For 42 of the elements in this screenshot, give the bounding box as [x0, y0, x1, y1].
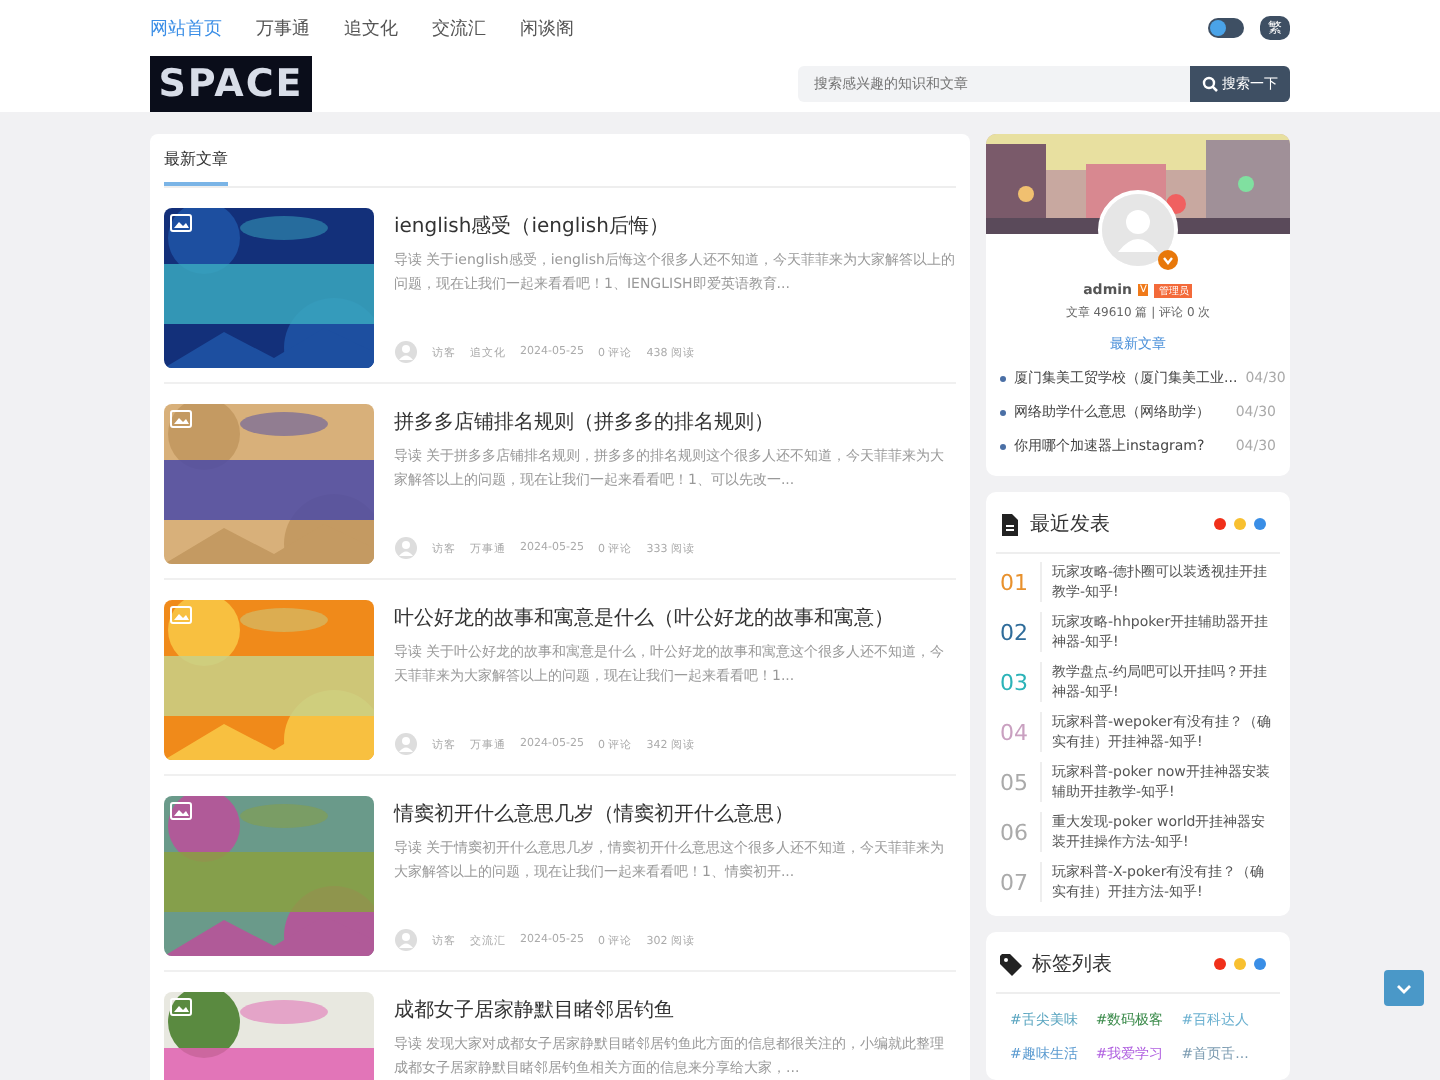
- rank-number: 02: [1000, 619, 1028, 645]
- bullet-icon: [1000, 443, 1006, 449]
- tag-icon: [1000, 953, 1022, 975]
- avatar-icon: [394, 536, 418, 560]
- scroll-top-button[interactable]: [1384, 970, 1424, 1006]
- rank-number: 03: [1000, 669, 1028, 695]
- user-avatar-icon: [1102, 194, 1174, 266]
- image-icon: [170, 998, 192, 1016]
- nav-link[interactable]: 交流汇: [432, 15, 486, 41]
- chevron-down-icon: [1396, 983, 1412, 993]
- image-icon: [170, 606, 192, 624]
- bullet-icon: [1000, 375, 1006, 381]
- avatar-icon: [394, 340, 418, 364]
- avatar-icon: [394, 928, 418, 952]
- image-icon: [170, 214, 192, 232]
- logo[interactable]: SPACE: [150, 56, 312, 112]
- theme-toggle[interactable]: [1208, 18, 1244, 38]
- rank-number: 07: [1000, 869, 1028, 895]
- article-title[interactable]: 情窦初开什么意思几岁（情窦初开什么意思）: [394, 800, 956, 828]
- article-title[interactable]: ienglish感受（ienglish后悔）: [394, 212, 956, 240]
- image-icon: [170, 802, 192, 820]
- nav-link[interactable]: 闲谈阁: [520, 15, 574, 41]
- rank-number: 04: [1000, 719, 1028, 745]
- search-icon: [1202, 76, 1218, 92]
- window-dots-icon: [1214, 518, 1266, 530]
- avatar-icon: [394, 732, 418, 756]
- bullet-icon: [1000, 409, 1006, 415]
- nav-link[interactable]: 追文化: [344, 15, 398, 41]
- rank-number: 06: [1000, 819, 1028, 845]
- window-dots-icon: [1214, 958, 1266, 970]
- nav-link[interactable]: 网站首页: [150, 15, 222, 41]
- image-icon: [170, 410, 192, 428]
- card-title: 最近发表: [1030, 511, 1112, 538]
- rank-number: 05: [1000, 769, 1028, 795]
- article-title[interactable]: 成都女子居家静默目睹邻居钓鱼: [394, 996, 956, 1024]
- document-icon: [1000, 513, 1020, 535]
- card-title: 标签列表: [1032, 951, 1114, 978]
- nav-link[interactable]: 万事通: [256, 15, 310, 41]
- article-title[interactable]: 叶公好龙的故事和寓意是什么（叶公好龙的故事和寓意）: [394, 604, 956, 632]
- rank-number: 01: [1000, 569, 1028, 595]
- tab[interactable]: 最新文章: [164, 148, 228, 186]
- article-title[interactable]: 拼多多店铺排名规则（拼多多的排名规则）: [394, 408, 956, 436]
